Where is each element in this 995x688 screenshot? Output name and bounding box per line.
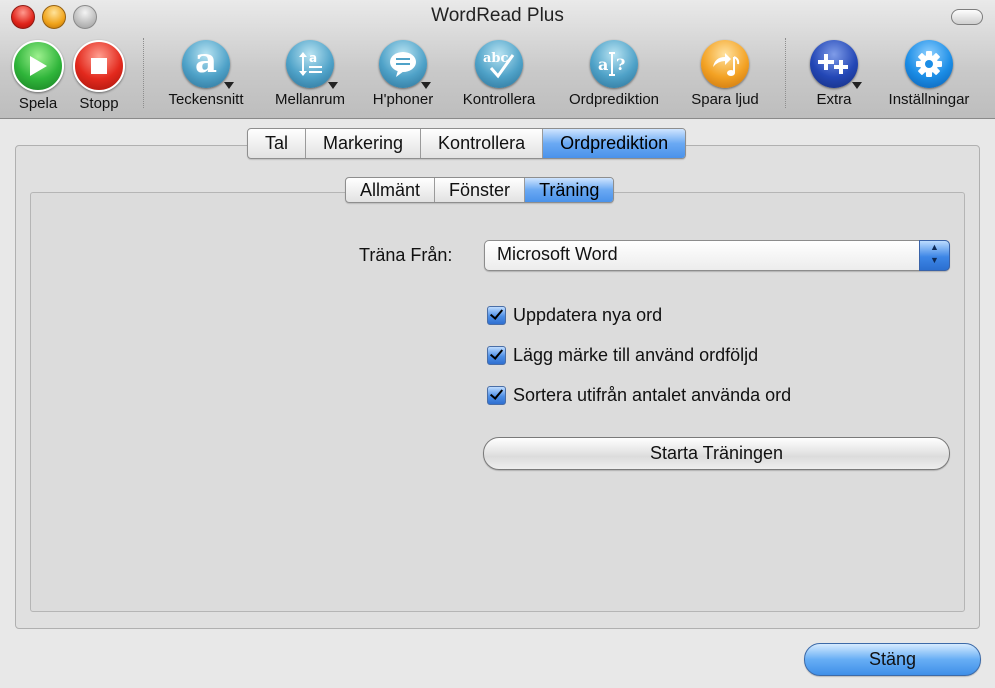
gear-icon xyxy=(905,40,953,88)
extra-button[interactable]: Extra xyxy=(806,40,862,108)
toolbar-separator xyxy=(785,38,786,108)
train-from-value: Microsoft Word xyxy=(497,244,618,264)
stop-icon xyxy=(73,40,125,92)
spellcheck-icon: abc xyxy=(475,40,523,88)
settings-label: Inställningar xyxy=(888,91,970,108)
checkbox-checked-icon xyxy=(487,306,506,325)
subtab-general[interactable]: Allmänt xyxy=(346,178,436,202)
save-audio-label: Spara ljud xyxy=(691,91,759,108)
tab-word-prediction[interactable]: Ordprediktion xyxy=(543,129,686,158)
start-training-button[interactable]: Starta Träningen xyxy=(483,437,950,470)
save-audio-icon xyxy=(701,40,749,88)
plus-icon xyxy=(810,40,862,89)
svg-text:a: a xyxy=(309,51,317,65)
tab-check[interactable]: Kontrollera xyxy=(421,129,544,158)
font-label: Teckensnitt xyxy=(168,91,244,108)
checkbox-checked-icon xyxy=(487,386,506,405)
checkbox-note-word-order[interactable]: Lägg märke till använd ordföljd xyxy=(487,345,758,366)
stop-button[interactable]: Stopp xyxy=(72,40,126,112)
spacing-icon: a xyxy=(286,40,338,89)
train-from-label: Träna Från: xyxy=(359,245,453,265)
play-label: Spela xyxy=(18,95,58,112)
word-prediction-button[interactable]: a ? Ordprediktion xyxy=(555,40,673,108)
checkbox-label: Lägg märke till använd ordföljd xyxy=(513,345,759,365)
toolbar-separator xyxy=(143,38,144,108)
font-button[interactable]: a Teckensnitt xyxy=(157,40,255,108)
titlebar-toolbar: WordRead Plus Spela Stopp a Teckensnitt xyxy=(0,0,995,119)
toolbar-toggle-button[interactable] xyxy=(951,9,983,25)
headphones-label: H'phoner xyxy=(372,91,434,108)
train-from-select[interactable]: Microsoft Word ▲ ▼ xyxy=(484,240,950,271)
tab-speech[interactable]: Tal xyxy=(248,129,307,158)
spacing-label: Mellanrum xyxy=(274,91,346,108)
tab-highlight[interactable]: Markering xyxy=(306,129,422,158)
main-tabs: Tal Markering Kontrollera Ordprediktion xyxy=(247,128,687,159)
play-button[interactable]: Spela xyxy=(12,40,64,112)
app-window: WordRead Plus Spela Stopp a Teckensnitt xyxy=(0,0,995,688)
subtab-training[interactable]: Träning xyxy=(525,178,614,202)
select-arrows-icon: ▲ ▼ xyxy=(919,240,950,271)
spacing-button[interactable]: a Mellanrum xyxy=(264,40,356,108)
headphones-button[interactable]: H'phoner xyxy=(364,40,442,108)
svg-text:a: a xyxy=(598,55,608,74)
word-prediction-label: Ordprediktion xyxy=(568,91,660,108)
sub-tabs: Allmänt Fönster Träning xyxy=(345,177,615,203)
save-audio-button[interactable]: Spara ljud xyxy=(683,40,767,108)
font-icon: a xyxy=(182,40,234,89)
settings-button[interactable]: Inställningar xyxy=(876,40,982,108)
speech-bubble-icon xyxy=(379,40,431,89)
close-button[interactable]: Stäng xyxy=(804,643,981,676)
subtab-window[interactable]: Fönster xyxy=(435,178,526,202)
check-button[interactable]: abc Kontrollera xyxy=(452,40,546,108)
extra-label: Extra xyxy=(816,91,852,108)
word-prediction-icon: a ? xyxy=(590,40,638,88)
svg-text:?: ? xyxy=(616,55,625,74)
stop-label: Stopp xyxy=(79,95,119,112)
window-title: WordRead Plus xyxy=(431,5,564,26)
checkbox-checked-icon xyxy=(487,346,506,365)
checkbox-label: Sortera utifrån antalet använda ord xyxy=(513,385,792,405)
checkbox-sort-by-usage[interactable]: Sortera utifrån antalet använda ord xyxy=(487,385,791,406)
check-label: Kontrollera xyxy=(462,91,536,108)
checkbox-update-new-words[interactable]: Uppdatera nya ord xyxy=(487,305,662,326)
checkbox-label: Uppdatera nya ord xyxy=(513,305,663,325)
play-icon xyxy=(12,40,64,92)
svg-text:abc: abc xyxy=(483,51,509,66)
